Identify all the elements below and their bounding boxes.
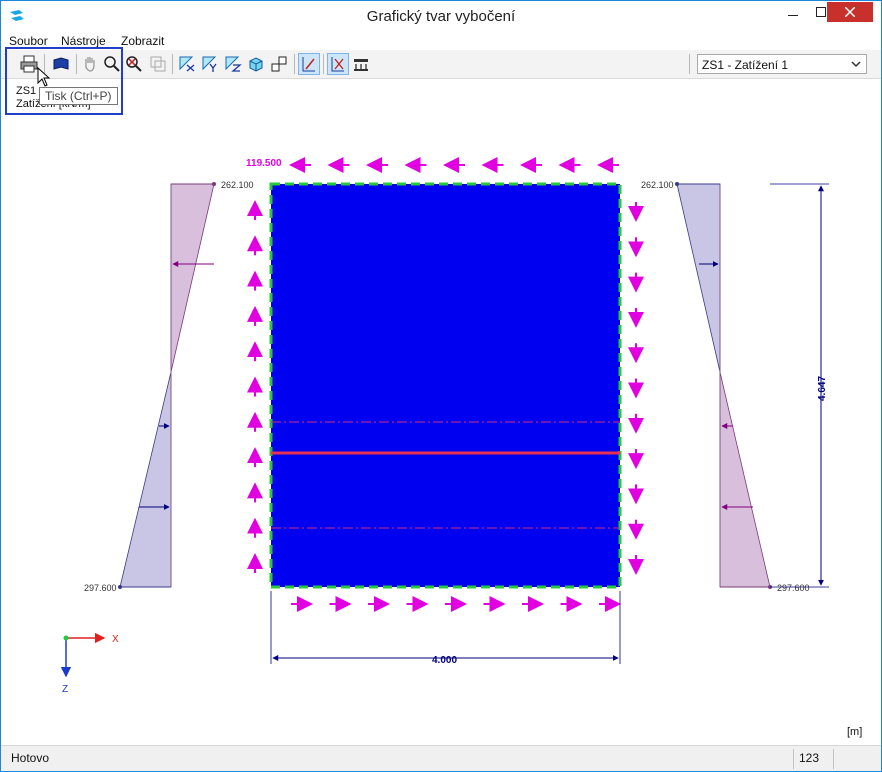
axis-z-label: Z <box>62 684 68 695</box>
minimize-button[interactable] <box>779 2 807 22</box>
maximize-icon <box>816 7 826 17</box>
toolbar-separator <box>323 54 324 74</box>
show-loads-toggle[interactable] <box>298 53 320 75</box>
menu-bar: Soubor Nástroje Zobrazit <box>1 32 881 50</box>
drawing-canvas[interactable]: 119.500 262.100 297.600 262.100 297.600 … <box>9 79 873 744</box>
menu-soubor[interactable]: Soubor <box>9 34 48 48</box>
status-separator <box>793 749 794 769</box>
isometric-view-button[interactable] <box>245 53 267 75</box>
left-bottom-value: 297.600 <box>84 583 117 593</box>
status-separator <box>833 749 834 769</box>
zoom-out-icon <box>126 56 142 72</box>
top-load-value: 119.500 <box>246 158 282 169</box>
menu-nastroje[interactable]: Nástroje <box>61 34 106 48</box>
load-case-value: ZS1 - Zatížení 1 <box>702 58 789 72</box>
load-case-select[interactable]: ZS1 - Zatížení 1 <box>697 54 867 74</box>
zoom-reset-button[interactable] <box>123 53 145 75</box>
cube-icon <box>249 57 263 72</box>
status-text: Hotovo <box>11 751 50 765</box>
minimize-icon <box>788 15 798 16</box>
right-bottom-value: 297.600 <box>777 583 810 593</box>
width-dimension-value: 4.000 <box>432 655 457 666</box>
left-top-value: 262.100 <box>221 180 254 190</box>
view-x-button[interactable] <box>176 53 198 75</box>
show-values-toggle[interactable] <box>327 53 349 75</box>
right-diagram-lower <box>719 371 771 588</box>
window-title: Grafický tvar vybočení <box>366 8 516 25</box>
chevron-down-icon <box>851 61 861 68</box>
window-fit-icon <box>150 56 166 72</box>
title-bar: Grafický tvar vybočení <box>1 1 881 32</box>
unit-label: [m] <box>847 726 863 738</box>
left-diagram-lower <box>119 371 172 588</box>
toolbar-separator <box>689 54 690 74</box>
buckling-drawing: 119.500 262.100 297.600 262.100 297.600 … <box>60 157 829 695</box>
application-window: Grafický tvar vybočení Soubor Nástroje Z… <box>0 0 882 772</box>
view-y-button[interactable] <box>199 53 221 75</box>
menu-zobrazit[interactable]: Zobrazit <box>121 34 164 48</box>
view-z-icon <box>225 56 242 72</box>
plate <box>271 184 620 587</box>
perspective-button[interactable] <box>268 53 290 75</box>
right-top-value: 262.100 <box>641 180 674 190</box>
print-highlight-box <box>5 47 123 115</box>
supports-icon <box>354 59 368 71</box>
status-bar: Hotovo 123 <box>1 745 881 771</box>
axis-x-label: X <box>112 634 119 645</box>
right-diagram-upper <box>676 183 721 373</box>
values-icon <box>331 57 344 72</box>
load-diagram-icon <box>302 57 315 72</box>
view-y-icon <box>202 56 217 72</box>
toolbar-separator <box>172 54 173 74</box>
view-z-button[interactable] <box>222 53 244 75</box>
toolbar-separator <box>294 54 295 74</box>
close-button[interactable] <box>827 2 873 22</box>
show-supports-button[interactable] <box>350 53 372 75</box>
axis-origin <box>63 635 69 641</box>
height-dimension-value: 4.647 <box>817 376 828 401</box>
mouse-cursor-icon <box>37 67 51 87</box>
view-x-icon <box>179 56 195 72</box>
left-diagram-upper <box>170 183 215 373</box>
window-fit-button[interactable] <box>147 53 169 75</box>
perspective-icon <box>271 56 287 72</box>
close-icon <box>845 7 855 17</box>
status-number: 123 <box>799 751 820 765</box>
